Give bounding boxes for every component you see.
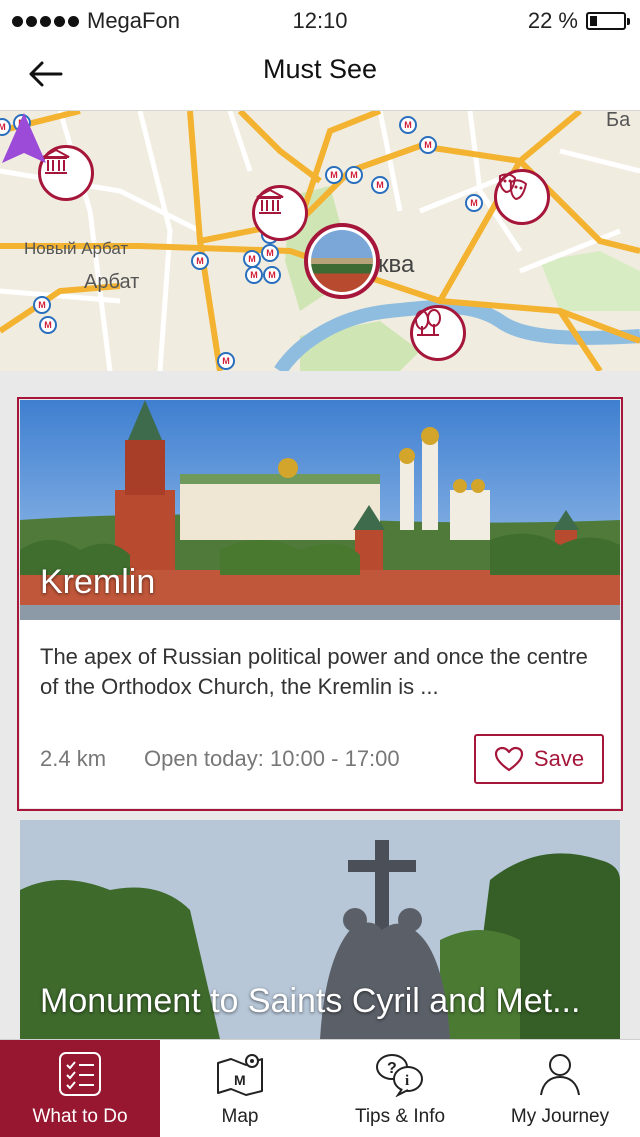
tab-my-journey[interactable]: My Journey	[480, 1040, 640, 1137]
current-location-arrow-icon	[2, 113, 46, 163]
tips-info-icon: ? i	[376, 1054, 423, 1097]
map-label-novy-arbat: Новый Арбат	[24, 239, 129, 258]
checklist-icon	[59, 1052, 101, 1096]
svg-text:M: M	[268, 270, 276, 280]
card-image-monument: Monument to Saints Cyril and Met...	[20, 820, 620, 1039]
kremlin-thumbnail	[311, 230, 373, 292]
map-label-arbat: Арбат	[84, 271, 140, 293]
attraction-card[interactable]: Monument to Saints Cyril and Met...	[20, 820, 620, 1039]
theatre-masks-icon	[498, 173, 528, 201]
status-bar: MegaFon 12:10 22 %	[0, 0, 640, 40]
museum-pin-2[interactable]	[252, 185, 308, 241]
svg-text:M: M	[234, 1072, 246, 1088]
tab-label: What to Do	[32, 1106, 128, 1127]
save-button[interactable]: Save	[474, 734, 604, 784]
battery-icon	[586, 12, 630, 30]
battery-group: 22 %	[527, 8, 630, 34]
map-icon: M	[217, 1054, 263, 1096]
card-image-kremlin: Kremlin	[20, 400, 620, 620]
save-label: Save	[533, 746, 585, 771]
map-view[interactable]: MM MM MM MM MM MM MM MM M Новый Арбат Ар…	[0, 111, 640, 371]
card-opening-hours: Open today: 10:00 - 17:00	[144, 746, 400, 771]
page-title: Must See	[262, 54, 378, 84]
svg-text:M: M	[196, 256, 204, 266]
svg-text:M: M	[38, 300, 46, 310]
battery-percent: 22 %	[527, 8, 578, 33]
heart-icon	[494, 746, 524, 772]
navigation-bar: Must See	[0, 40, 640, 111]
svg-text:M: M	[376, 180, 384, 190]
svg-text:M: M	[222, 356, 230, 366]
attraction-card[interactable]: Kremlin The apex of Russian political po…	[17, 397, 623, 811]
svg-text:M: M	[424, 140, 432, 150]
svg-text:i: i	[405, 1073, 409, 1089]
tab-map[interactable]: M Map	[160, 1040, 320, 1137]
person-icon	[540, 1054, 580, 1096]
svg-text:M: M	[44, 320, 52, 330]
svg-text:M: M	[330, 170, 338, 180]
theatre-pin[interactable]	[494, 169, 550, 225]
card-description: The apex of Russian political power and …	[40, 644, 588, 699]
card-meta: 2.4 km Open today: 10:00 - 17:00 Save	[20, 712, 620, 808]
card-title: Monument to Saints Cyril and Met...	[40, 982, 581, 1020]
svg-text:M: M	[404, 120, 412, 130]
tab-label: Map	[221, 1106, 259, 1127]
park-pin[interactable]	[410, 305, 466, 361]
card-distance: 2.4 km	[40, 746, 107, 771]
svg-text:M: M	[250, 270, 258, 280]
svg-text:M: M	[266, 248, 274, 258]
map-label-corner: Ба	[606, 111, 631, 131]
kremlin-photo-pin[interactable]	[304, 223, 380, 299]
tab-label: My Journey	[510, 1106, 610, 1127]
tab-label: Tips & Info	[354, 1106, 446, 1127]
svg-text:M: M	[470, 198, 478, 208]
tab-what-to-do[interactable]: What to Do	[0, 1040, 160, 1137]
tab-tips-info[interactable]: ? i Tips & Info	[320, 1040, 480, 1137]
svg-text:M: M	[248, 254, 256, 264]
museum-icon	[256, 188, 284, 214]
tab-bar: What to Do M Map ? i Tips & Info My Jour…	[0, 1039, 640, 1137]
svg-text:M: M	[350, 170, 358, 180]
trees-icon	[415, 309, 441, 336]
map-label-moskva: ква	[378, 251, 415, 278]
card-title: Kremlin	[40, 563, 156, 601]
